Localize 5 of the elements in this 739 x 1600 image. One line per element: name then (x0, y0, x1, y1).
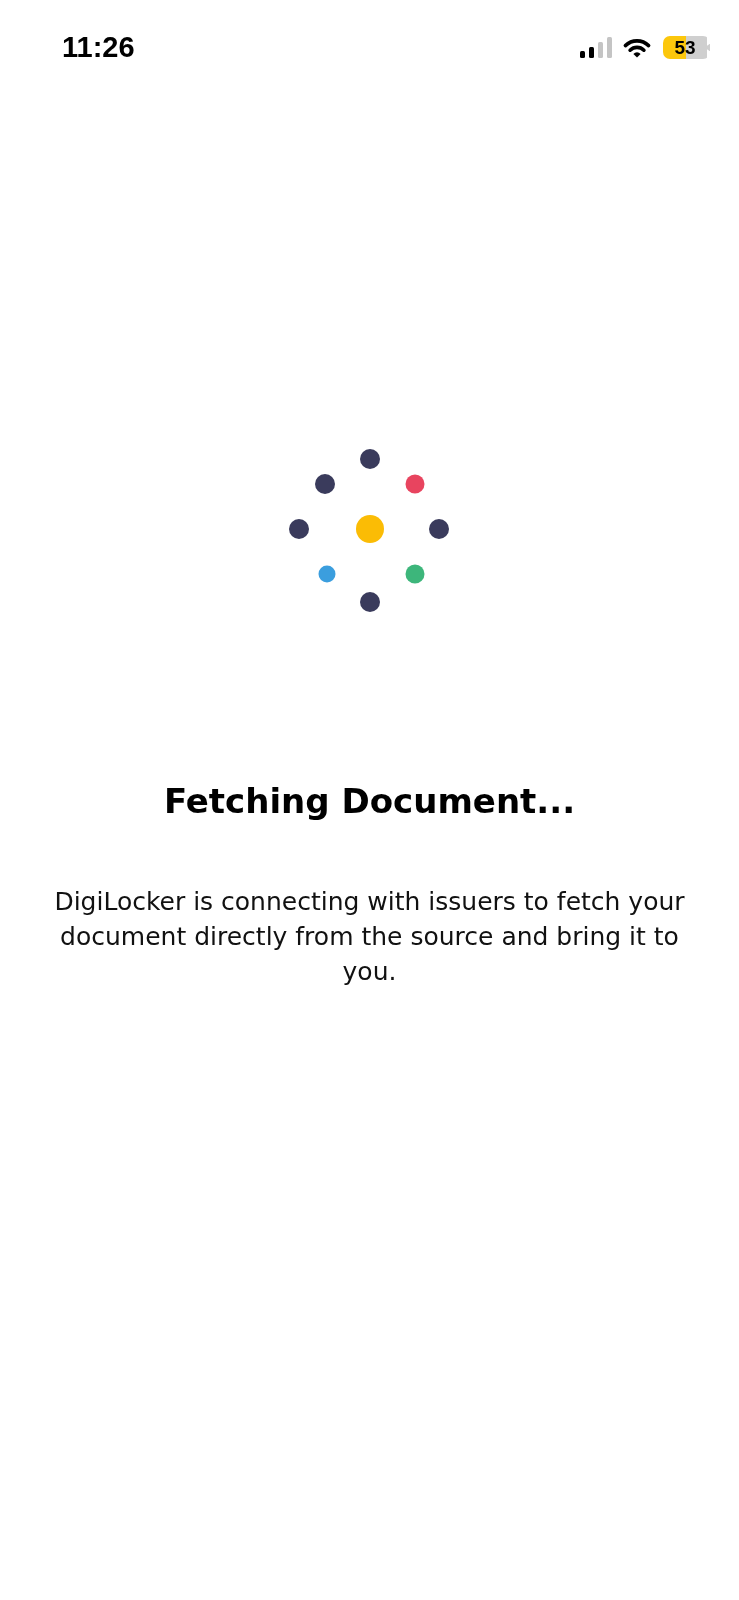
loading-title: Fetching Document... (163, 780, 576, 822)
wifi-icon (622, 36, 652, 58)
loading-message: DigiLocker is connecting with issuers to fetch your document directly from the source and bring it to you. (53, 886, 686, 988)
status-time: 11:26 (62, 32, 135, 62)
cellular-signal-icon (580, 36, 612, 58)
